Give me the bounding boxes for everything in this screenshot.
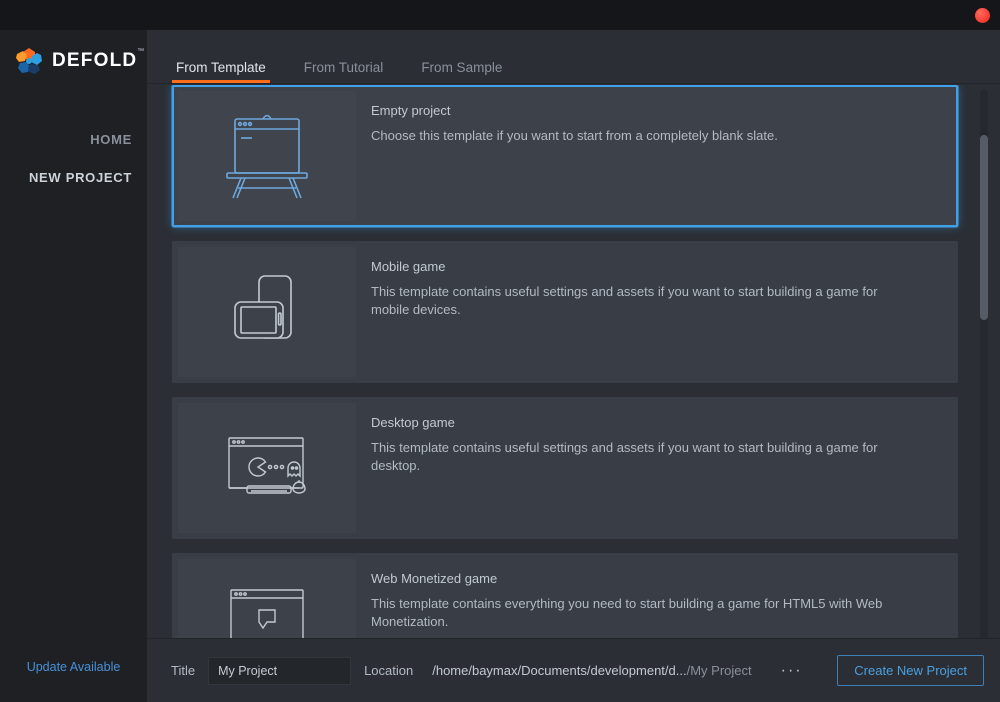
sidebar-item-label: HOME xyxy=(90,131,132,147)
tab-label: From Tutorial xyxy=(303,60,384,75)
template-description: This template contains everything you ne… xyxy=(371,596,883,630)
template-list-scrollbar[interactable] xyxy=(980,90,988,665)
template-card-mobile-game[interactable]: Mobile game This template contains usefu… xyxy=(172,241,958,383)
brand-name-text: DEFOLD xyxy=(52,50,138,71)
template-title: Desktop game xyxy=(371,415,455,430)
template-list: Empty project Choose this template if yo… xyxy=(147,85,1000,668)
tab-label: From Template xyxy=(176,60,266,75)
brand-name: DEFOLD ™ xyxy=(52,48,144,72)
tab-from-sample[interactable]: From Sample xyxy=(417,60,506,83)
ellipsis-icon[interactable]: ··· xyxy=(779,659,805,683)
sidebar-item-new-project[interactable]: NEW PROJECT xyxy=(0,158,151,197)
template-thumbnail xyxy=(178,91,356,221)
main-panel: From Template From Tutorial From Sample xyxy=(147,30,1000,702)
trademark-mark: ™ xyxy=(137,48,146,55)
tab-from-template[interactable]: From Template xyxy=(172,60,270,83)
brand-logo: DEFOLD ™ xyxy=(14,46,144,76)
location-path-project: /My Project xyxy=(686,663,752,678)
tab-from-tutorial[interactable]: From Tutorial xyxy=(300,60,388,83)
title-bar xyxy=(0,0,1000,30)
easel-whiteboard-icon xyxy=(215,108,319,205)
template-list-inner: Empty project Choose this template if yo… xyxy=(172,85,958,668)
tab-label: From Sample xyxy=(421,60,503,75)
defold-welcome-window: DEFOLD ™ HOME NEW PROJECT Update Availab… xyxy=(0,0,1000,702)
defold-logo-icon xyxy=(14,46,44,76)
template-card-empty-project[interactable]: Empty project Choose this template if yo… xyxy=(172,85,958,227)
template-thumbnail xyxy=(178,247,356,377)
template-title: Web Monetized game xyxy=(371,571,498,586)
location-path: /home/baymax/Documents/development/d... … xyxy=(432,663,751,678)
sidebar: DEFOLD ™ HOME NEW PROJECT Update Availab… xyxy=(0,30,151,702)
location-path-directory: /home/baymax/Documents/development/d... xyxy=(432,663,687,678)
tab-bar: From Template From Tutorial From Sample xyxy=(147,30,1000,84)
sidebar-item-home[interactable]: HOME xyxy=(0,120,147,158)
template-thumbnail xyxy=(178,403,356,533)
sidebar-nav: HOME NEW PROJECT xyxy=(0,120,151,197)
location-label: Location xyxy=(364,663,414,678)
template-card-body: Desktop game This template contains usef… xyxy=(356,399,956,537)
create-new-project-button[interactable]: Create New Project xyxy=(837,655,984,686)
title-label: Title xyxy=(171,663,196,678)
update-available-link[interactable]: Update Available xyxy=(0,660,147,674)
template-card-body: Empty project Choose this template if yo… xyxy=(356,87,956,225)
template-card-body: Mobile game This template contains usefu… xyxy=(356,243,956,381)
template-card-desktop-game[interactable]: Desktop game This template contains usef… xyxy=(172,397,958,539)
bottom-action-bar: Title Location /home/baymax/Documents/de… xyxy=(147,638,1000,702)
desktop-monitor-icon xyxy=(215,420,319,517)
sidebar-item-label: NEW PROJECT xyxy=(28,169,132,185)
scrollbar-thumb[interactable] xyxy=(980,135,988,320)
mobile-devices-icon xyxy=(215,264,319,361)
close-icon[interactable] xyxy=(975,8,990,23)
project-title-input[interactable] xyxy=(208,656,352,685)
template-title: Empty project xyxy=(371,103,451,118)
template-title: Mobile game xyxy=(371,259,446,274)
template-description: Choose this template if you want to star… xyxy=(371,128,778,143)
template-description: This template contains useful settings a… xyxy=(371,440,878,474)
template-description: This template contains useful settings a… xyxy=(371,284,878,318)
